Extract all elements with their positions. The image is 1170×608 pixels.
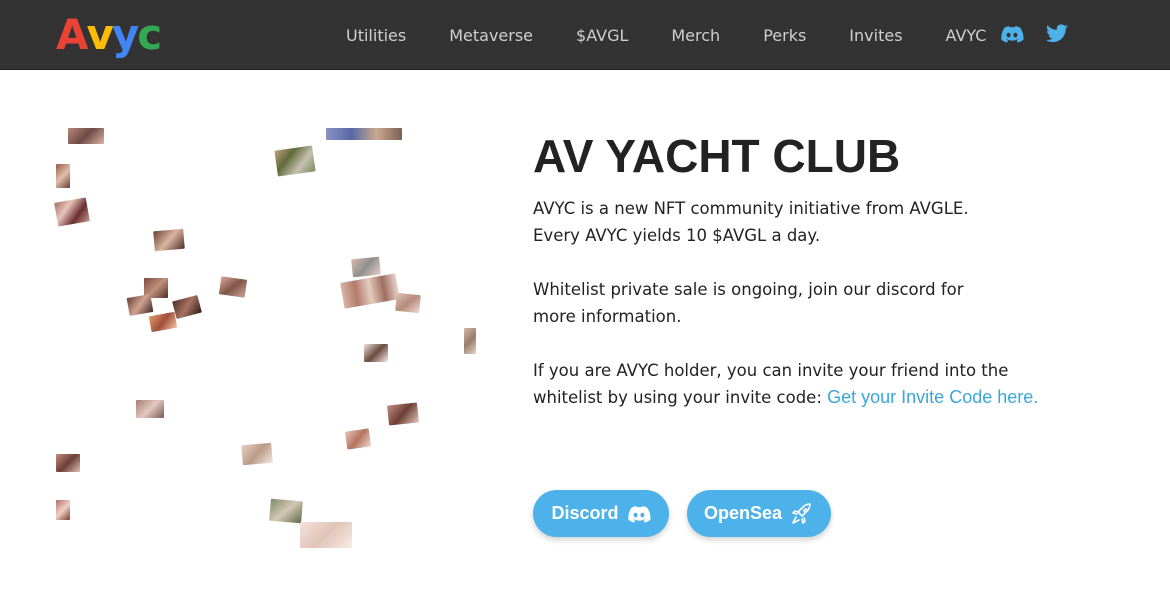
collage-thumbnail xyxy=(300,522,352,548)
collage-thumbnail xyxy=(126,294,154,316)
discord-icon xyxy=(627,505,651,523)
collage-thumbnail xyxy=(56,500,70,520)
collage-thumbnail xyxy=(395,292,421,314)
invite-paragraph: If you are AVYC holder, you can invite y… xyxy=(533,357,1073,411)
top-navbar: Avyc Utilities Metaverse $AVGL Merch Per… xyxy=(0,0,1170,70)
collage-thumbnail xyxy=(136,400,164,418)
discord-button-label: Discord xyxy=(551,503,619,523)
collage-thumbnail xyxy=(56,164,70,188)
collage-thumbnail xyxy=(241,442,273,466)
nav-link-avyc[interactable]: AVYC xyxy=(946,26,987,45)
collage-thumbnail xyxy=(172,294,202,320)
collage-thumbnail xyxy=(340,273,400,309)
nft-collage-image xyxy=(54,128,476,548)
collage-thumbnail xyxy=(269,498,303,524)
nav-link-invites[interactable]: Invites xyxy=(849,26,902,45)
intro-line-1: AVYC is a new NFT community initiative f… xyxy=(533,199,969,218)
logo-letter-y: y xyxy=(111,10,139,59)
collage-thumbnail xyxy=(387,402,419,426)
collage-thumbnail xyxy=(274,145,316,177)
collage-thumbnail xyxy=(54,197,90,227)
collage-thumbnail xyxy=(218,276,248,298)
discord-icon[interactable] xyxy=(1000,22,1024,46)
discord-button[interactable]: Discord xyxy=(533,490,669,537)
collage-thumbnail xyxy=(464,328,476,354)
collage-thumbnail xyxy=(351,256,381,278)
collage-thumbnail xyxy=(148,311,178,333)
nav-link-utilities[interactable]: Utilities xyxy=(346,26,406,45)
collage-thumbnail xyxy=(68,128,104,144)
nav-link-avgl[interactable]: $AVGL xyxy=(576,26,628,45)
nav-menu: Utilities Metaverse $AVGL Merch Perks In… xyxy=(346,0,1029,70)
page-title: AV YACHT CLUB xyxy=(533,130,901,182)
nav-link-metaverse[interactable]: Metaverse xyxy=(449,26,533,45)
opensea-button[interactable]: OpenSea xyxy=(687,490,831,537)
avyc-logo[interactable]: Avyc xyxy=(56,10,162,60)
rocket-icon xyxy=(792,502,811,524)
whitelist-text: Whitelist private sale is ongoing, join … xyxy=(533,280,964,326)
collage-thumbnail xyxy=(364,344,388,362)
hero-content: AV YACHT CLUB AVYC is a new NFT communit… xyxy=(533,128,1093,411)
nav-link-perks[interactable]: Perks xyxy=(763,26,806,45)
logo-letter-c: c xyxy=(137,10,162,59)
collage-thumbnail xyxy=(153,228,185,252)
nav-link-merch[interactable]: Merch xyxy=(671,26,720,45)
logo-letter-a: A xyxy=(56,10,88,59)
twitter-icon[interactable] xyxy=(1045,22,1069,46)
intro-line-2: Every AVYC yields 10 $AVGL a day. xyxy=(533,226,821,245)
logo-letter-v: v xyxy=(86,10,114,59)
collage-thumbnail xyxy=(344,428,372,450)
invite-code-link[interactable]: Get your Invite Code here. xyxy=(827,387,1038,407)
collage-thumbnail xyxy=(326,128,402,140)
collage-thumbnail xyxy=(56,454,80,472)
opensea-button-label: OpenSea xyxy=(703,503,783,523)
